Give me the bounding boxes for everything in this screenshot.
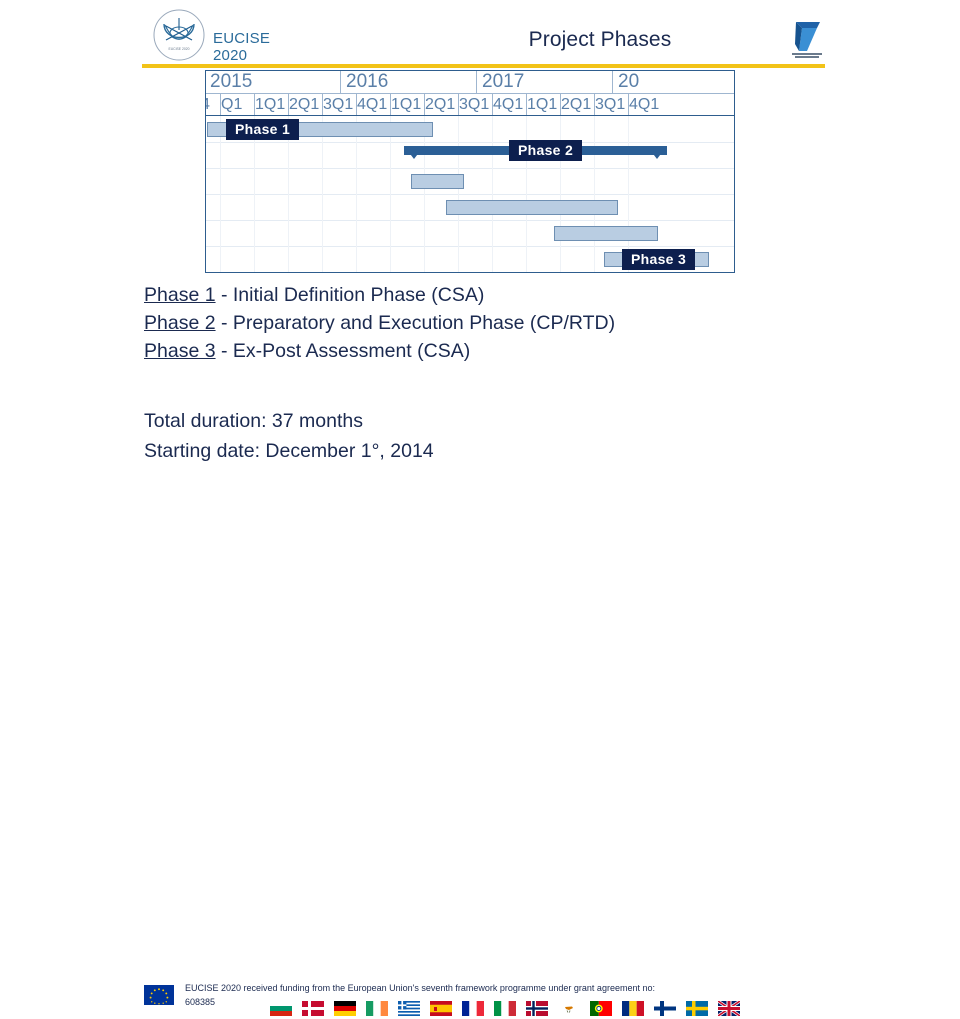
phase-2-key: Phase 2: [144, 312, 216, 334]
gantt-year-cell: 2015: [206, 71, 340, 93]
brand-line-1: EUCISE: [213, 30, 271, 47]
grant-agreement-number: 608385: [185, 997, 216, 1007]
flag-romania-icon: [622, 1000, 644, 1016]
project-phases-gantt-chart: 2015 2016 2017 20 4 Q1 1Q1 2Q1 3Q1 4Q1 1…: [205, 70, 735, 273]
gantt-quarter-cell: 4Q1: [628, 94, 666, 116]
phase-2-end-cap-icon: [647, 146, 667, 159]
flag-finland-icon: [654, 1000, 676, 1016]
phase-description-list: Phase 1 - Initial Definition Phase (CSA)…: [144, 281, 844, 365]
flag-spain-icon: [430, 1000, 452, 1016]
phase-3-key: Phase 3: [144, 340, 216, 362]
gantt-quarter-cell: 3Q1: [458, 94, 496, 116]
brand-line-2: 2020: [213, 47, 248, 64]
fp7-logo-icon: [786, 14, 828, 60]
slide-header: EUCISE 2020 EUCISE 2020 Project Phases: [0, 0, 960, 70]
gantt-quarter-cell: 2Q1: [424, 94, 462, 116]
flag-bulgaria-icon: [270, 1000, 292, 1016]
gantt-year-cell: 2017: [476, 71, 612, 93]
gantt-year-cell: 2016: [340, 71, 476, 93]
gantt-year-cell: 20: [612, 71, 734, 93]
flag-cyprus-icon: [558, 1000, 580, 1016]
total-duration-text: Total duration: 37 months: [144, 410, 363, 432]
phase-1-desc: - Initial Definition Phase (CSA): [215, 284, 485, 306]
svg-text:EUCISE 2020: EUCISE 2020: [168, 47, 189, 51]
gantt-quarter-cell: 4Q1: [356, 94, 394, 116]
european-union-flag-icon: [144, 985, 174, 1005]
project-summary-block: Total duration: 37 months Starting date:…: [144, 406, 744, 466]
gantt-quarter-cell: Q1: [220, 94, 258, 116]
list-item: Phase 1 - Initial Definition Phase (CSA): [144, 281, 844, 309]
flag-portugal-icon: [590, 1000, 612, 1016]
flag-germany-icon: [334, 1000, 356, 1016]
gantt-quarter-cell: 3Q1: [594, 94, 632, 116]
flag-norway-icon: [526, 1000, 548, 1016]
gantt-quarter-cell: 2Q1: [288, 94, 326, 116]
eucise-logo-icon: EUCISE 2020: [152, 8, 206, 62]
gantt-quarter-cell: 1Q1: [526, 94, 564, 116]
partner-country-flag-strip: [270, 997, 740, 1019]
task-bar-a: [411, 174, 464, 189]
list-item: Phase 3 - Ex-Post Assessment (CSA): [144, 337, 844, 365]
phase-1-key: Phase 1: [144, 284, 216, 306]
funding-statement: EUCISE 2020 received funding from the Eu…: [185, 983, 655, 993]
gantt-grid-body: Phase 1 Phase 2 Phase 3: [206, 115, 734, 272]
gantt-quarter-cell: 1Q1: [254, 94, 292, 116]
gantt-quarter-cell: 2Q1: [560, 94, 598, 116]
task-bar-c: [554, 226, 658, 241]
flag-france-icon: [462, 1000, 484, 1016]
gantt-quarter-cell: 1Q1: [390, 94, 428, 116]
flag-greece-icon: [398, 1000, 420, 1016]
phase-3-bar-label: Phase 3: [622, 249, 696, 270]
page-title: Project Phases: [528, 28, 672, 51]
flag-united-kingdom-icon: [718, 1000, 740, 1016]
flag-denmark-icon: [302, 1000, 324, 1016]
starting-date-text: Starting date: December 1°, 2014: [144, 440, 434, 462]
phase-2-start-cap-icon: [404, 146, 424, 159]
phase-2-bar-label: Phase 2: [509, 140, 583, 161]
phase-2-desc: - Preparatory and Execution Phase (CP/RT…: [215, 312, 616, 334]
flag-ireland-icon: [366, 1000, 388, 1016]
gantt-quarter-cell: 3Q1: [322, 94, 360, 116]
task-bar-b: [446, 200, 618, 215]
list-item: Phase 2 - Preparatory and Execution Phas…: [144, 309, 844, 337]
gantt-quarter-header-row: 4 Q1 1Q1 2Q1 3Q1 4Q1 1Q1 2Q1 3Q1 4Q1 1Q1…: [206, 93, 734, 116]
phase-3-desc: - Ex-Post Assessment (CSA): [215, 340, 471, 362]
phase-1-bar-label: Phase 1: [226, 119, 300, 140]
gantt-quarter-cell: 4Q1: [492, 94, 530, 116]
brand-wordmark: EUCISE 2020: [213, 30, 333, 64]
slide-footer: EUCISE 2020 received funding from the Eu…: [0, 487, 960, 1016]
header-divider-rule: [142, 64, 825, 68]
flag-sweden-icon: [686, 1000, 708, 1016]
flag-italy-icon: [494, 1000, 516, 1016]
gantt-year-header-row: 2015 2016 2017 20: [206, 71, 734, 93]
